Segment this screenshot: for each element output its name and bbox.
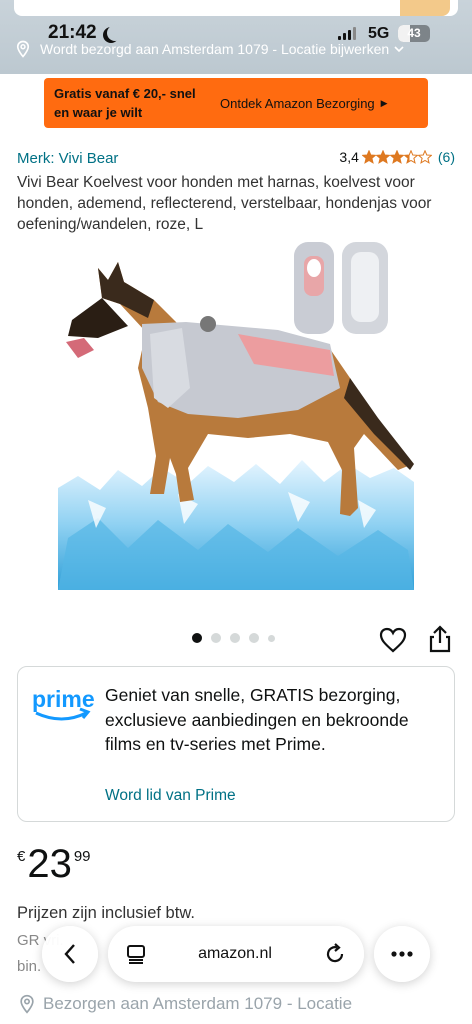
image-carousel-dots[interactable]: [192, 633, 275, 643]
prime-benefits-text: Geniet van snelle, GRATIS bezorging, exc…: [105, 685, 409, 754]
arrow-right-icon: ▶: [380, 97, 388, 108]
delivery-location-bar[interactable]: Wordt bezorgd aan Amsterdam 1079 - Locat…: [14, 38, 464, 60]
prime-logo-icon: prime: [32, 686, 94, 721]
url-text[interactable]: amazon.nl: [198, 945, 272, 963]
price-fraction: 99: [73, 848, 91, 865]
location-pin-icon: [16, 40, 30, 58]
promo-left-text: Gratis vanaf € 20,- snel en waar je wilt: [54, 86, 196, 120]
prime-promo-box: prime Geniet van snelle, GRATIS bezorgin…: [17, 666, 455, 822]
carousel-dot[interactable]: [249, 633, 259, 643]
carousel-dot[interactable]: [268, 634, 275, 642]
join-prime-link[interactable]: Word lid van Prime: [105, 787, 236, 805]
rating-value: 3,4: [339, 149, 359, 165]
browser-more-button[interactable]: [374, 926, 430, 982]
star-icon: [361, 150, 376, 164]
star-rating: [361, 150, 432, 164]
prime-logo-text: prime: [32, 686, 94, 712]
price-currency: €: [17, 848, 26, 865]
rating-summary[interactable]: 3,4 (6): [339, 149, 455, 165]
faded-delivery-location: Bezorgen aan Amsterdam 1079 - Locatie: [17, 994, 352, 1014]
carousel-dot[interactable]: [230, 633, 240, 643]
heart-icon[interactable]: [379, 627, 407, 653]
tax-note: Prijzen zijn inclusief btw.: [17, 904, 195, 922]
share-icon[interactable]: [428, 625, 452, 653]
faded-text-line-2: bin.: [17, 958, 42, 975]
promo-link-label: Ontdek Amazon Bezorging: [220, 95, 375, 111]
star-icon: [417, 150, 432, 164]
brand-link[interactable]: Merk: Vivi Bear: [17, 150, 118, 167]
chevron-down-icon: [394, 46, 404, 53]
browser-address-bar[interactable]: amazon.nl: [108, 926, 364, 982]
search-bar-stub[interactable]: [14, 0, 458, 16]
browser-back-button[interactable]: [42, 926, 98, 982]
carousel-dot[interactable]: [192, 633, 202, 643]
price-whole: 23: [27, 842, 72, 886]
promo-banner[interactable]: Gratis vanaf € 20,- snel en waar je wilt…: [44, 78, 428, 128]
tab-overview-icon[interactable]: [126, 944, 146, 964]
reload-icon[interactable]: [324, 943, 346, 965]
camera-search-button[interactable]: [400, 0, 450, 16]
rating-count[interactable]: (6): [438, 149, 455, 165]
star-icon: [389, 150, 404, 164]
product-image[interactable]: [58, 238, 414, 590]
carousel-dot[interactable]: [211, 633, 221, 643]
promo-link[interactable]: Ontdek Amazon Bezorging ▶: [220, 96, 388, 111]
faded-delivery-text: Bezorgen aan Amsterdam 1079 - Locatie: [43, 994, 353, 1013]
star-icon: [403, 150, 418, 164]
chevron-left-icon: [64, 944, 75, 964]
product-title: Vivi Bear Koelvest voor honden met harna…: [17, 174, 432, 233]
product-price: € 23 99: [17, 842, 91, 886]
more-dots-icon: [391, 951, 413, 957]
top-header: 21:42 5G 43 Wordt bezorgd aan Amsterdam …: [0, 0, 472, 74]
location-pin-icon: [20, 994, 34, 1014]
location-text: Wordt bezorgd aan Amsterdam 1079 - Locat…: [40, 41, 390, 57]
star-icon: [375, 150, 390, 164]
